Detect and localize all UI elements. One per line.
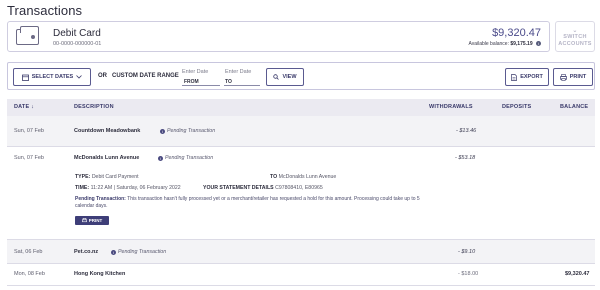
date-to-input[interactable]: Enter Date [225, 69, 251, 75]
row-date: Sun, 07 Feb [14, 155, 44, 161]
pending-badge: i Pending Transaction [158, 155, 213, 161]
detail-time-label: TIME: [75, 185, 90, 191]
custom-date-range-label: CUSTOM DATE RANGE [112, 73, 179, 79]
pending-label: Pending Transaction [167, 128, 216, 134]
column-date-label: DATE [14, 104, 30, 110]
detail-type-label: TYPE: [75, 174, 91, 180]
account-balance: $9,320.47 [492, 27, 541, 39]
calendar-icon [21, 74, 29, 81]
table-header: DATE ↓ DESCRIPTION WITHDRAWALS DEPOSITS … [7, 99, 595, 116]
chevron-down-icon [76, 75, 83, 79]
export-label: EXPORT [520, 74, 543, 80]
pending-note: Pending Transaction: This transaction ha… [75, 196, 425, 210]
detail-statement: YOUR STATEMENT DETAILS C97808410, E80965 [203, 185, 323, 191]
column-balance: BALANCE [560, 104, 589, 110]
row-description: Pet.co.nz [74, 249, 99, 255]
print-button[interactable]: PRINT [553, 68, 593, 86]
date-from-input[interactable]: Enter Date [182, 69, 208, 75]
detail-statement-value: C97808410, E80965 [275, 185, 323, 191]
sort-arrow-icon: ↓ [31, 104, 35, 110]
view-label: VIEW [282, 74, 297, 80]
pending-badge: i Pending Transaction [111, 249, 166, 255]
detail-statement-label: YOUR STATEMENT DETAILS [203, 185, 274, 191]
available-balance: Available balance: $9,175.19 i [468, 41, 541, 47]
select-dates-button[interactable]: SELECT DATES [13, 68, 91, 86]
date-to-underline [224, 85, 260, 86]
row-description: McDonalds Lunn Avenue [74, 155, 140, 161]
table-row[interactable]: Sun, 07 Feb Countdown Meadowbank i Pendi… [7, 116, 595, 147]
or-label: OR [98, 73, 107, 79]
detail-to-label: TO [270, 174, 278, 180]
detail-type-value: Debit Card Payment [91, 174, 139, 180]
wallet-icon [16, 26, 39, 45]
row-date: Mon, 08 Feb [14, 271, 45, 277]
column-description: DESCRIPTION [74, 104, 114, 110]
column-withdrawals: WITHDRAWALS [429, 104, 473, 110]
print-detail-button[interactable]: PRINT [75, 216, 109, 225]
row-description: Countdown Meadowbank [74, 128, 141, 134]
printer-icon [81, 218, 87, 223]
print-label: PRINT [569, 74, 587, 80]
detail-type: TYPE: Debit Card Payment [75, 174, 139, 180]
table-row-expanded[interactable]: Sun, 07 Feb McDonalds Lunn Avenue i Pend… [7, 147, 595, 240]
switch-accounts-button[interactable]: ⌄ SWITCH ACCOUNTS [555, 21, 595, 52]
column-date[interactable]: DATE ↓ [14, 104, 34, 110]
account-card: Debit Card 00-0000-000000-01 $9,320.47 A… [7, 21, 550, 52]
detail-time-value: 11:22 AM | Saturday, 06 February 2022 [90, 185, 181, 191]
view-button[interactable]: VIEW [266, 68, 304, 86]
print-detail-label: PRINT [88, 218, 103, 223]
pending-badge: i Pending Transaction [160, 128, 215, 134]
column-deposits: DEPOSITS [502, 104, 532, 110]
pending-label: Pending Transaction [165, 155, 214, 161]
switch-accounts-label-1: SWITCH [563, 34, 587, 40]
filter-bar: SELECT DATES OR CUSTOM DATE RANGE Enter … [7, 62, 595, 90]
page-title: Transactions [7, 3, 83, 18]
row-date: Sun, 07 Feb [14, 128, 44, 134]
row-balance: $9,320.47 [565, 271, 590, 277]
export-button[interactable]: EXPORT [505, 68, 549, 86]
detail-to: TO McDonalds Lunn Avenue [270, 174, 336, 180]
search-icon [273, 74, 280, 80]
info-icon[interactable]: i [536, 41, 541, 47]
detail-time: TIME: 11:22 AM | Saturday, 06 February 2… [75, 185, 181, 191]
table-row[interactable]: Mon, 08 Feb Hong Kong Kitchen - $18.00 $… [7, 264, 595, 286]
printer-icon [559, 73, 567, 81]
date-from-label: FROM [184, 79, 199, 85]
account-number: 00-0000-000000-01 [53, 41, 102, 47]
row-description: Hong Kong Kitchen [74, 271, 126, 277]
date-to-label: TO [225, 79, 232, 85]
info-icon: i [160, 128, 165, 134]
table-row[interactable]: Sat, 06 Feb Pet.co.nz i Pending Transact… [7, 240, 595, 264]
row-withdrawal: - $9.10 [458, 249, 476, 255]
info-icon: i [158, 155, 163, 161]
available-balance-value: $9,175.19 [510, 41, 533, 47]
row-withdrawal: - $53.18 [455, 155, 476, 161]
pending-label: Pending Transaction [118, 249, 167, 255]
row-withdrawal: - $18.00 [458, 271, 479, 277]
info-icon: i [111, 249, 116, 255]
available-balance-label: Available balance: [468, 41, 509, 47]
document-icon [511, 73, 518, 81]
row-withdrawal: - $13.46 [456, 128, 477, 134]
row-date: Sat, 06 Feb [14, 249, 43, 255]
pending-note-text: This transaction hasn't fully processed … [75, 196, 420, 209]
select-dates-label: SELECT DATES [31, 74, 74, 80]
switch-accounts-label-2: ACCOUNTS [558, 41, 592, 47]
date-from-underline [182, 85, 220, 86]
pending-note-title: Pending Transaction: [75, 196, 126, 202]
detail-to-value: McDonalds Lunn Avenue [278, 174, 337, 180]
account-name: Debit Card [53, 28, 101, 39]
